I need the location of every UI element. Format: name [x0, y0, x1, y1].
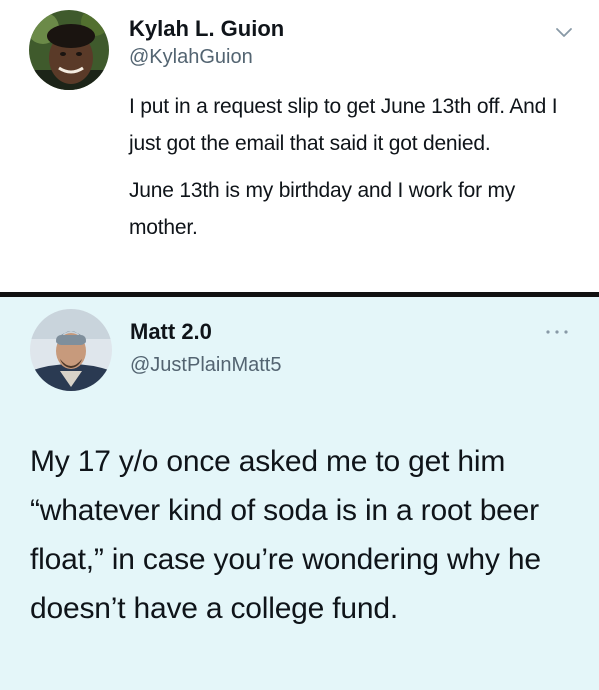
tweet-card-kylah: Kylah L. Guion @KylahGuion I put in a re… — [0, 0, 599, 292]
display-name[interactable]: Matt 2.0 — [130, 319, 212, 345]
avatar[interactable] — [29, 10, 109, 90]
more-options-icon[interactable] — [544, 327, 570, 337]
user-handle[interactable]: @KylahGuion — [129, 46, 253, 69]
tweet-text: My 17 y/o once asked me to get him “what… — [30, 445, 541, 625]
avatar[interactable] — [30, 309, 112, 391]
tweet-text: I put in a request slip to get June 13th… — [129, 88, 569, 246]
avatar-photo — [29, 10, 109, 90]
avatar-photo — [30, 309, 112, 391]
tweet-card-matt: Matt 2.0 @JustPlainMatt5 My 17 y/o once … — [0, 297, 599, 690]
tweet-paragraph: I put in a request slip to get June 13th… — [129, 95, 558, 155]
display-name[interactable]: Kylah L. Guion — [129, 16, 284, 42]
tweet-paragraph: June 13th is my birthday and I work for … — [129, 179, 516, 239]
user-handle[interactable]: @JustPlainMatt5 — [130, 354, 281, 377]
chevron-down-icon[interactable] — [553, 22, 575, 44]
